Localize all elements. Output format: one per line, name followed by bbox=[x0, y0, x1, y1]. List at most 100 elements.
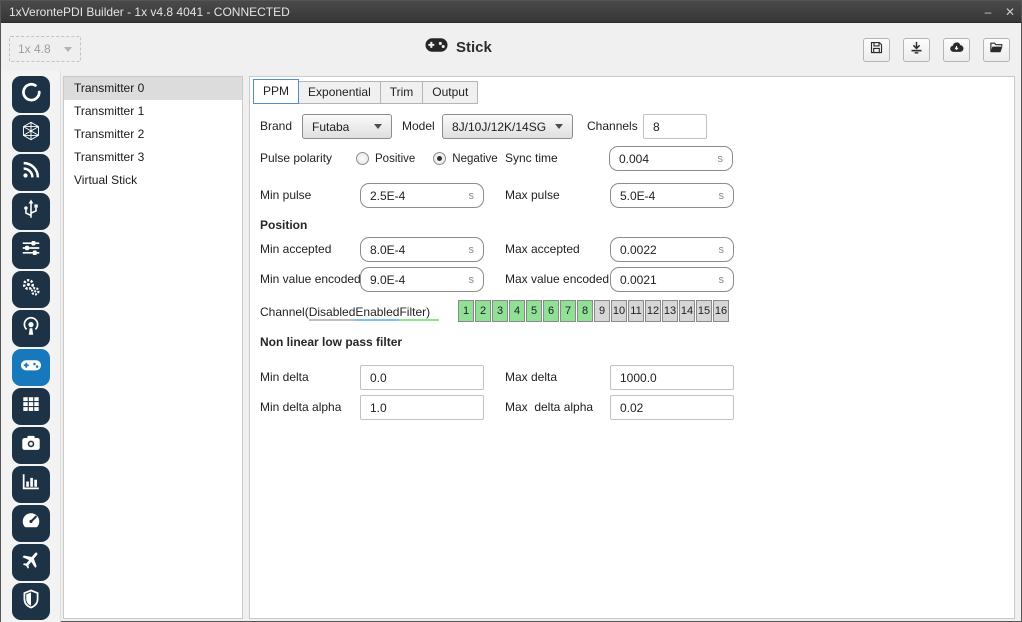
minimize-button[interactable]: – bbox=[977, 1, 999, 23]
unit-seconds: s bbox=[469, 244, 475, 256]
channel-box-1[interactable]: 1 bbox=[458, 300, 474, 322]
channel-box-2[interactable]: 2 bbox=[475, 300, 491, 322]
sidebar-item-usb[interactable] bbox=[12, 193, 50, 230]
save-button[interactable] bbox=[863, 38, 890, 62]
download-icon bbox=[909, 40, 924, 60]
sidebar-item-broadcast[interactable] bbox=[12, 310, 50, 347]
window-titlebar: 1xVerontePDI Builder - 1x v4.8 4041 - CO… bbox=[1, 1, 1021, 23]
channel-box-15[interactable]: 15 bbox=[696, 300, 712, 322]
max-pulse-value: 5.0E-4 bbox=[620, 189, 655, 203]
channel-box-8[interactable]: 8 bbox=[577, 300, 593, 322]
channels-input[interactable]: 8 bbox=[643, 114, 707, 139]
bar-chart-icon bbox=[20, 471, 42, 498]
min-value-encoded-input[interactable]: 9.0E-4 s bbox=[360, 267, 484, 292]
sidebar-item-airplane[interactable] bbox=[12, 544, 50, 581]
channel-boxes: 12345678910111213141516 bbox=[458, 300, 730, 322]
max-value-encoded-input[interactable]: 0.0021 s bbox=[610, 267, 734, 292]
channel-box-5[interactable]: 5 bbox=[526, 300, 542, 322]
max-delta-alpha-input[interactable]: 0.02 bbox=[610, 395, 734, 420]
model-dropdown[interactable]: 8J/10J/12K/14SG bbox=[442, 114, 573, 139]
max-delta-input[interactable]: 1000.0 bbox=[610, 365, 734, 390]
channel-box-11[interactable]: 11 bbox=[628, 300, 644, 322]
legend-filter: Filter) bbox=[399, 305, 439, 321]
sidebar-item-camera[interactable] bbox=[12, 427, 50, 464]
sidebar bbox=[1, 71, 61, 622]
max-accepted-value: 0.0022 bbox=[620, 243, 657, 257]
chevron-down-icon bbox=[64, 47, 72, 52]
channels-value: 8 bbox=[653, 120, 660, 134]
min-pulse-input[interactable]: 2.5E-4 s bbox=[360, 183, 484, 208]
brand-label: Brand bbox=[260, 114, 292, 139]
channel-box-6[interactable]: 6 bbox=[543, 300, 559, 322]
content-panel: PPM Exponential Trim Output Brand Futaba… bbox=[249, 76, 1015, 619]
tab-exponential[interactable]: Exponential bbox=[299, 81, 381, 104]
channel-box-12[interactable]: 12 bbox=[645, 300, 661, 322]
sync-time-value: 0.004 bbox=[619, 152, 649, 166]
min-delta-input[interactable]: 0.0 bbox=[360, 365, 484, 390]
tab-ppm[interactable]: PPM bbox=[253, 79, 299, 104]
min-delta-alpha-value: 1.0 bbox=[370, 401, 387, 415]
channel-box-14[interactable]: 14 bbox=[679, 300, 695, 322]
cloud-download-button[interactable] bbox=[943, 38, 970, 62]
usb-icon bbox=[20, 198, 42, 225]
tab-trim[interactable]: Trim bbox=[381, 81, 424, 104]
unit-seconds: s bbox=[719, 274, 725, 286]
max-delta-value: 1000.0 bbox=[620, 371, 657, 385]
main-area: Transmitter 0 Transmitter 1 Transmitter … bbox=[1, 71, 1021, 622]
sidebar-item-grid[interactable] bbox=[12, 388, 50, 425]
max-pulse-input[interactable]: 5.0E-4 s bbox=[610, 183, 734, 208]
max-accepted-input[interactable]: 0.0022 s bbox=[610, 237, 734, 262]
sidebar-item-telemetry[interactable] bbox=[12, 154, 50, 191]
gears-icon bbox=[20, 276, 42, 303]
airplane-icon bbox=[20, 549, 42, 576]
sliders-icon bbox=[20, 237, 42, 264]
max-delta-label: Max delta bbox=[505, 365, 557, 390]
list-item-transmitter-3[interactable]: Transmitter 3 bbox=[64, 146, 242, 169]
sidebar-item-stick[interactable] bbox=[12, 349, 50, 386]
stick-gamepad-icon bbox=[20, 354, 42, 381]
version-selector-value: 1x 4.8 bbox=[18, 42, 51, 56]
min-delta-alpha-label: Min delta alpha bbox=[260, 395, 341, 420]
cloud-download-icon bbox=[949, 40, 964, 60]
open-folder-button[interactable] bbox=[983, 38, 1010, 62]
brand-value: Futaba bbox=[312, 120, 349, 134]
model-value: 8J/10J/12K/14SG bbox=[452, 120, 546, 134]
sidebar-item-security[interactable] bbox=[12, 583, 50, 620]
toolbar: 1x 4.8 Stick bbox=[1, 23, 1021, 71]
min-value-encoded-label: Min value encoded bbox=[260, 267, 361, 292]
download-button[interactable] bbox=[903, 38, 930, 62]
sidebar-item-automations[interactable] bbox=[12, 271, 50, 308]
sync-time-input[interactable]: 0.004 s bbox=[609, 146, 733, 171]
sidebar-item-platform[interactable] bbox=[12, 76, 50, 113]
tab-output[interactable]: Output bbox=[423, 81, 478, 104]
list-item-transmitter-0[interactable]: Transmitter 0 bbox=[64, 77, 242, 100]
channel-box-7[interactable]: 7 bbox=[560, 300, 576, 322]
close-button[interactable]: ✕ bbox=[999, 1, 1021, 23]
min-accepted-input[interactable]: 8.0E-4 s bbox=[360, 237, 484, 262]
channel-label-prefix: Channel( bbox=[260, 305, 309, 319]
radio-positive[interactable] bbox=[356, 152, 369, 165]
version-selector[interactable]: 1x 4.8 bbox=[9, 36, 81, 62]
channel-box-9[interactable]: 9 bbox=[594, 300, 610, 322]
channel-box-3[interactable]: 3 bbox=[492, 300, 508, 322]
sidebar-item-sliders[interactable] bbox=[12, 232, 50, 269]
grid-icon bbox=[20, 393, 42, 420]
sidebar-item-mesh[interactable] bbox=[12, 115, 50, 152]
channel-box-4[interactable]: 4 bbox=[509, 300, 525, 322]
sidebar-item-gauge[interactable] bbox=[12, 505, 50, 542]
toolbar-buttons bbox=[863, 38, 1010, 62]
channel-box-16[interactable]: 16 bbox=[713, 300, 729, 322]
legend-disabled: Disabled bbox=[309, 305, 356, 321]
channel-box-13[interactable]: 13 bbox=[662, 300, 678, 322]
sidebar-item-chart[interactable] bbox=[12, 466, 50, 503]
radio-negative[interactable] bbox=[433, 152, 446, 165]
brand-dropdown[interactable]: Futaba bbox=[302, 114, 392, 139]
list-item-virtual-stick[interactable]: Virtual Stick bbox=[64, 169, 242, 192]
channel-box-10[interactable]: 10 bbox=[611, 300, 627, 322]
pulse-polarity-label: Pulse polarity bbox=[260, 146, 332, 171]
list-item-transmitter-1[interactable]: Transmitter 1 bbox=[64, 100, 242, 123]
list-item-transmitter-2[interactable]: Transmitter 2 bbox=[64, 123, 242, 146]
gamepad-icon bbox=[425, 37, 448, 58]
save-icon bbox=[869, 40, 884, 60]
min-delta-alpha-input[interactable]: 1.0 bbox=[360, 395, 484, 420]
